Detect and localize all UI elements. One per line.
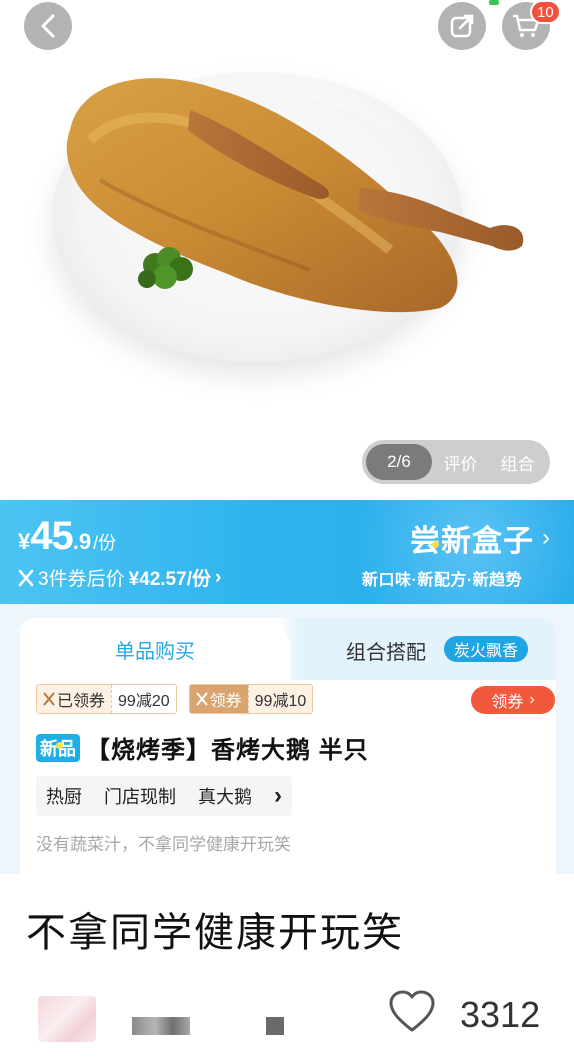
new-badge: 新品 — [36, 733, 80, 762]
tab-combo-purchase[interactable]: 组合搭配 — [346, 636, 426, 665]
like-count: 3312 — [460, 994, 541, 1035]
app-page: 10 2/6 评价 组合 ¥ 45 .9 /份 3件券后价 ¥42.57/份 ›… — [0, 0, 574, 1059]
share-button[interactable] — [438, 2, 486, 50]
get-coupon-button[interactable]: 领券 › — [471, 686, 555, 714]
purchase-tabs: 单品购买 组合搭配 炭火飘香 — [20, 618, 556, 680]
image-index: 2/6 — [366, 444, 432, 480]
coupon-icon — [18, 569, 34, 586]
chevron-right-icon: › — [542, 524, 551, 551]
price-decimal: .9 — [72, 529, 92, 554]
back-button[interactable] — [24, 2, 72, 50]
chevron-right-icon: › — [274, 782, 282, 809]
chevron-right-icon: › — [214, 566, 222, 588]
product-description: 没有蔬菜汁，不拿同学健康开玩笑 — [36, 835, 291, 854]
cart-count-badge: 10 — [530, 0, 561, 24]
chevron-right-icon: › — [529, 691, 535, 708]
author-name-blurred — [266, 1017, 284, 1035]
author-name-blurred[interactable] — [132, 1017, 190, 1035]
combo-tag: 炭火飘香 — [444, 636, 529, 662]
tab-single-purchase[interactable]: 单品购买 — [20, 618, 290, 680]
product-title: 【烧烤季】香烤大鹅 半只 — [86, 737, 369, 764]
feature-tag: 真大鹅 — [198, 787, 252, 807]
product-title-row: 新品 【烧烤季】香烤大鹅 半只 — [36, 730, 369, 765]
coupon-price-line[interactable]: 3件券后价 ¥42.57/份 › — [18, 564, 221, 591]
status-dot — [489, 0, 499, 5]
feature-tag: 门店现制 — [104, 787, 176, 807]
heart-outline-icon[interactable] — [388, 990, 436, 1034]
product-card: 单品购买 组合搭配 炭火飘香 已领券 99减20 领券 99减10 领券 › 新… — [20, 618, 556, 874]
avatar[interactable] — [38, 996, 96, 1042]
share-icon — [450, 14, 474, 38]
coupon-prefix: 3件券后价 — [38, 569, 125, 590]
coupon-icon — [195, 692, 208, 706]
coupon-icon — [43, 692, 55, 706]
promo-subtitle: 新口味·新配方·新趋势 — [362, 572, 523, 589]
roast-goose-image — [66, 78, 524, 313]
feature-tag: 热厨 — [46, 787, 82, 807]
currency-symbol: ¥ — [18, 529, 31, 554]
chevron-left-icon — [41, 14, 55, 38]
promo-box-link[interactable]: 尝新盒子 › — [410, 516, 551, 560]
tab-combo[interactable]: 组合 — [489, 450, 546, 475]
price: ¥ 45 .9 /份 — [18, 514, 116, 559]
post-title: 不拿同学健康开玩笑 — [26, 911, 404, 955]
coupon-chip-available[interactable]: 领券 99减10 — [188, 684, 314, 714]
tab-reviews[interactable]: 评价 — [432, 450, 489, 475]
coupon-price: ¥42.57/份 — [128, 569, 211, 590]
price-unit: /份 — [93, 533, 117, 553]
promo-title: 尝新盒子 — [410, 525, 534, 558]
product-image-gallery[interactable]: 10 2/6 评价 组合 — [0, 0, 574, 500]
coupon-chip-claimed[interactable]: 已领券 99减20 — [36, 684, 177, 714]
feature-tags[interactable]: 热厨 门店现制 真大鹅 › — [36, 776, 292, 816]
gallery-pager[interactable]: 2/6 评价 组合 — [362, 440, 550, 484]
price-integer: 45 — [30, 514, 73, 558]
coupon-chips: 已领券 99减20 领券 99减10 — [36, 684, 314, 714]
